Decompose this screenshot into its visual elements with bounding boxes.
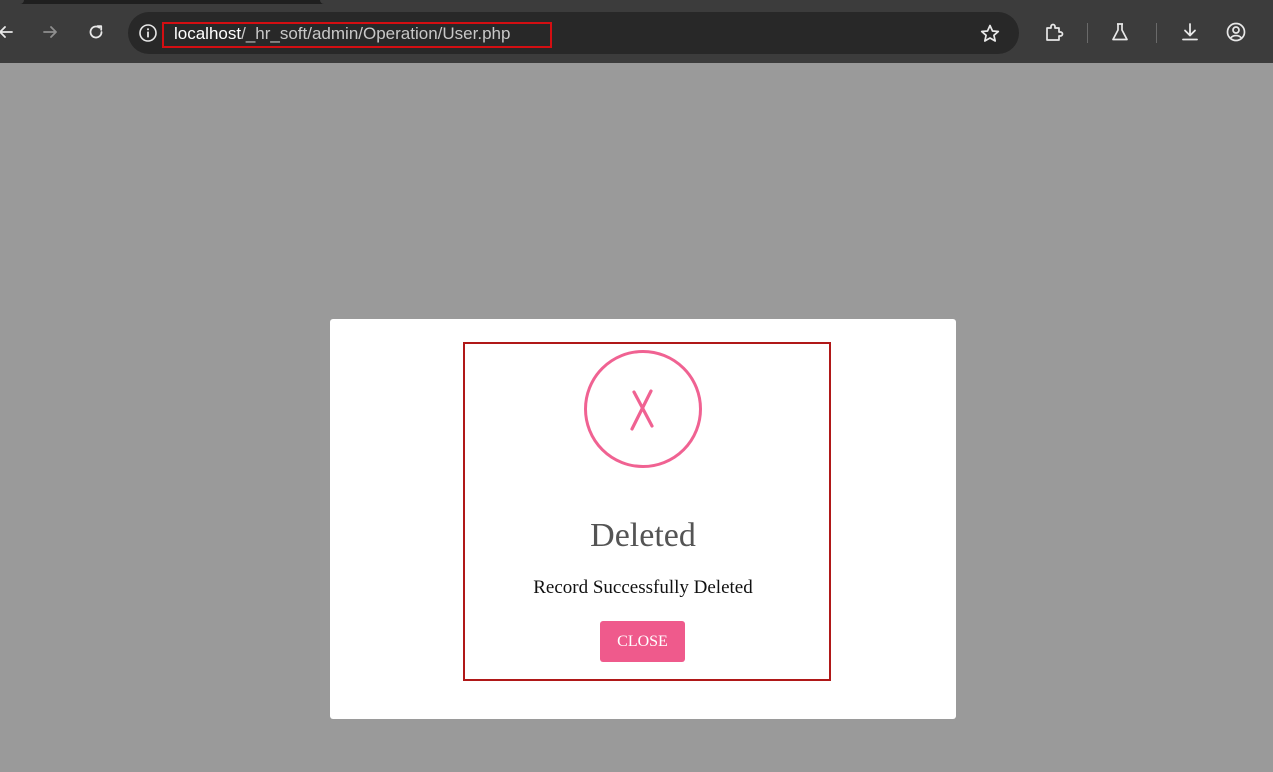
arrow-left-icon bbox=[0, 26, 13, 38]
tab-corner-left bbox=[0, 0, 24, 4]
arrow-right-icon bbox=[43, 26, 57, 38]
reload-button[interactable] bbox=[82, 18, 110, 46]
tab-strip bbox=[0, 0, 1273, 4]
star-icon[interactable] bbox=[978, 22, 1002, 46]
tab-corner-right bbox=[320, 0, 1273, 4]
error-x-icon bbox=[584, 350, 702, 468]
profile-icon[interactable] bbox=[1224, 20, 1248, 44]
browser-toolbar: localhost/_hr_soft/admin/Operation/User.… bbox=[0, 0, 1273, 63]
back-button[interactable] bbox=[0, 18, 20, 46]
toolbar-separator bbox=[1156, 23, 1157, 43]
address-bar[interactable]: localhost/_hr_soft/admin/Operation/User.… bbox=[128, 12, 1019, 54]
flask-icon[interactable] bbox=[1108, 20, 1132, 44]
info-icon[interactable] bbox=[138, 23, 158, 43]
modal-title: Deleted bbox=[590, 517, 696, 554]
forward-button[interactable] bbox=[36, 18, 64, 46]
close-button[interactable]: CLOSE bbox=[600, 621, 685, 662]
toolbar-separator bbox=[1087, 23, 1088, 43]
reload-icon bbox=[89, 25, 103, 39]
url-path: /_hr_soft/admin/Operation/User.php bbox=[241, 24, 511, 43]
download-icon[interactable] bbox=[1178, 20, 1202, 44]
url-host: localhost bbox=[174, 24, 242, 43]
delete-confirmation-modal: Deleted Record Successfully Deleted CLOS… bbox=[330, 319, 956, 719]
modal-message: Record Successfully Deleted bbox=[533, 577, 753, 598]
puzzle-icon[interactable] bbox=[1042, 20, 1066, 44]
url-text[interactable]: localhost/_hr_soft/admin/Operation/User.… bbox=[174, 23, 510, 45]
x-mark-icon bbox=[630, 389, 654, 431]
